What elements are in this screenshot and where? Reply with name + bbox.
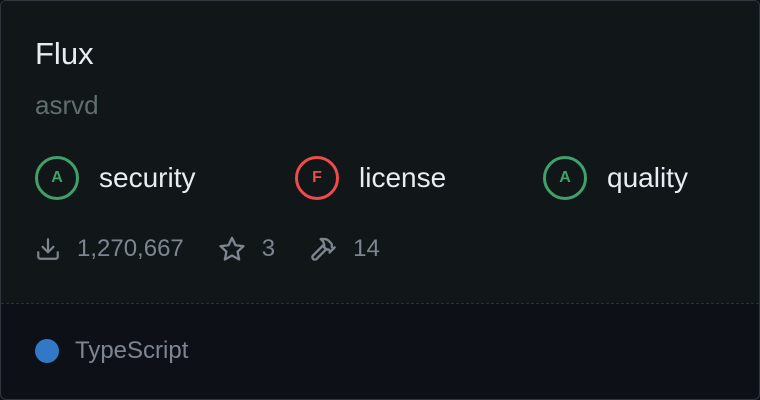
- stats-row: 1,270,667 3 14: [35, 232, 380, 266]
- score-quality: A quality: [543, 156, 688, 200]
- grade-badge-quality: A: [543, 156, 587, 200]
- grade-badge-security: A: [35, 156, 79, 200]
- language-color-dot: [35, 339, 59, 363]
- score-label-license: license: [359, 162, 447, 193]
- score-security: A security: [35, 156, 195, 200]
- hammer-icon: [309, 235, 337, 263]
- divider: [1, 303, 759, 304]
- package-card[interactable]: Flux asrvd A security F license A qualit…: [0, 0, 760, 400]
- language-indicator: TypeScript: [35, 335, 188, 367]
- score-label-quality: quality: [607, 162, 688, 193]
- downloads-count: 1,270,667: [77, 235, 184, 262]
- dependents-count: 14: [353, 235, 380, 262]
- package-author[interactable]: asrvd: [35, 89, 99, 121]
- score-label-security: security: [99, 162, 196, 193]
- stat-stars: 3: [218, 234, 275, 264]
- card-header: Flux asrvd A security F license A qualit…: [1, 1, 759, 303]
- score-license: F license: [295, 156, 446, 200]
- grade-badge-license: F: [295, 156, 339, 200]
- package-name[interactable]: Flux: [35, 35, 94, 73]
- language-name: TypeScript: [75, 337, 189, 364]
- stat-downloads: 1,270,667: [35, 234, 184, 264]
- star-icon: [218, 235, 246, 263]
- stat-dependents: 14: [309, 234, 380, 264]
- download-icon: [35, 236, 61, 262]
- stars-count: 3: [261, 235, 276, 262]
